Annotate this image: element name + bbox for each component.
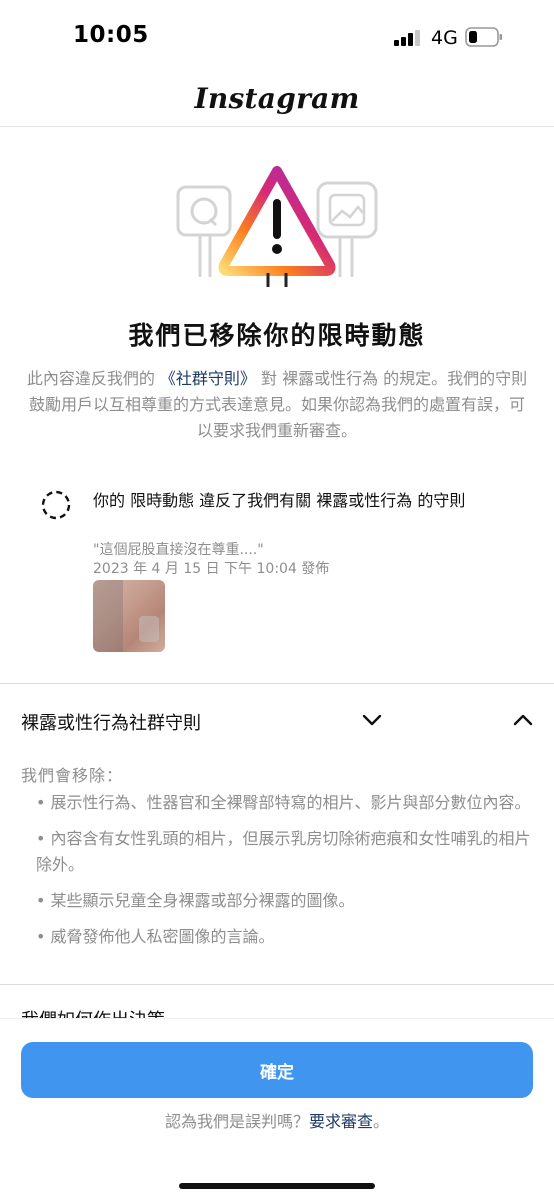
request-review-link[interactable]: 要求審查 [309, 1112, 373, 1131]
violation-description: 此內容違反我們的 《社群守則》 對 裸露或性行為 的規定。我們的守則鼓勵用戶以互… [26, 366, 528, 444]
violation-screen: 10:05 4G Instagram 我們已移除你的限時動態 此內容違反我們的 … [0, 0, 554, 1200]
status-bar: 10:05 4G [0, 0, 554, 76]
battery-icon [465, 27, 502, 47]
status-time: 10:05 [73, 22, 149, 48]
bottom-fade [0, 1018, 554, 1042]
page-title: 我們已移除你的限時動態 [128, 321, 426, 350]
divider [0, 1018, 554, 1019]
remove-heading: 我們會移除： [21, 766, 124, 785]
list-item: • 威脅發佈他人私密圖像的言論。 [36, 927, 275, 946]
story-thumbnail[interactable] [93, 580, 165, 652]
loading-spinner-icon [41, 490, 71, 520]
thumbnail-shade [93, 580, 123, 652]
appeal-end: 。 [373, 1112, 390, 1131]
warning-illustration-icon [176, 166, 378, 287]
cellular-signal-icon [394, 30, 420, 46]
thumbnail-highlight [139, 616, 159, 642]
instagram-logo: Instagram [194, 82, 360, 115]
violation-title: 你的 限時動態 違反了我們有關 裸露或性行為 的守則 [93, 491, 466, 510]
network-type: 4G [431, 27, 458, 49]
chevron-down-icon[interactable] [361, 712, 383, 728]
guidelines-list: • 展示性行為、性器官和全裸臀部特寫的相片、影片與部分數位內容。 • 內容含有女… [36, 790, 536, 960]
list-item: • 展示性行為、性器官和全裸臀部特寫的相片、影片與部分數位內容。 [36, 793, 531, 812]
community-guidelines-link[interactable]: 《社群守則》 [160, 369, 256, 388]
desc-text-before: 此內容違反我們的 [26, 369, 160, 388]
story-date: 2023 年 4 月 15 日 下午 10:04 發佈 [93, 561, 330, 577]
chevron-up-icon[interactable] [512, 712, 534, 728]
home-indicator[interactable] [179, 1183, 375, 1189]
app-header: Instagram [0, 76, 554, 127]
appeal-text: 認為我們是誤判嗎？ [164, 1112, 309, 1131]
story-caption: "這個屁股直接沒在尊重...." [93, 542, 264, 558]
divider [0, 984, 554, 985]
list-item: • 內容含有女性乳頭的相片，但展示乳房切除術疤痕和女性哺乳的相片除外。 [36, 829, 531, 874]
list-item: • 某些顯示兒童全身裸露或部分裸露的圖像。 [36, 891, 355, 910]
divider [0, 683, 554, 684]
ok-button[interactable]: 確定 [21, 1042, 533, 1098]
appeal-prompt: 認為我們是誤判嗎？要求審查。 [0, 1108, 554, 1132]
guidelines-section-title[interactable]: 裸露或性行為社群守則 [21, 709, 201, 735]
